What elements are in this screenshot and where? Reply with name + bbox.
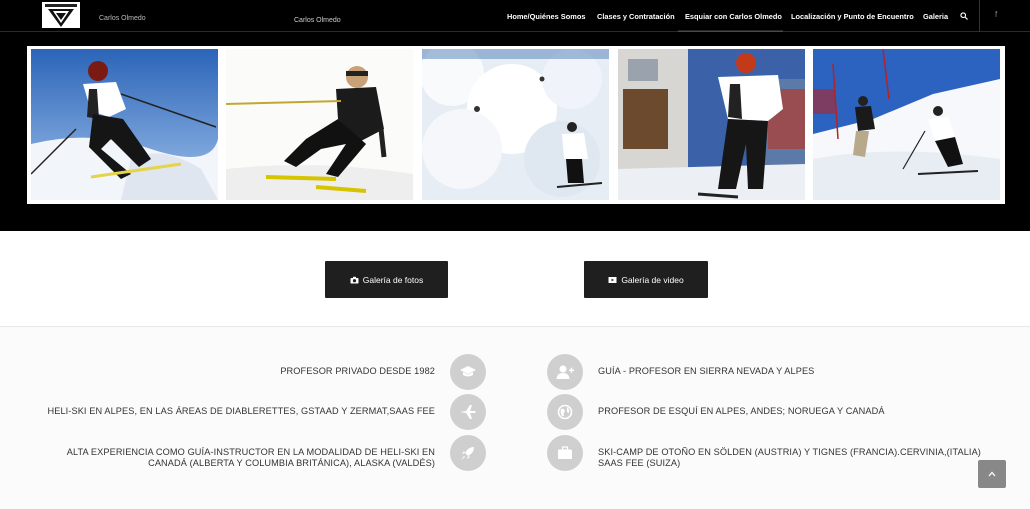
briefcase-icon xyxy=(547,435,583,471)
features-section xyxy=(0,327,1030,509)
gallery-photo-2[interactable] xyxy=(226,49,413,200)
scroll-to-top-button[interactable] xyxy=(978,460,1006,488)
rocket-icon xyxy=(450,435,486,471)
feature-text: GUÍA - PROFESOR EN SIERRA NEVADA Y ALPES xyxy=(598,366,815,376)
photo-gallery-button[interactable]: Galería de fotos xyxy=(325,261,448,298)
sub-brand: Carlos Olmedo xyxy=(294,17,341,24)
gallery-photo-4[interactable] xyxy=(618,49,805,200)
nav-localizacion[interactable]: Localización y Punto de Encuentro xyxy=(791,12,914,21)
video-icon xyxy=(608,276,617,283)
nav-esquiar[interactable]: Esquiar con Carlos Olmedo xyxy=(685,12,782,21)
brand-name: Carlos Olmedo xyxy=(99,15,146,22)
feature-text-multiline: ALTA EXPERIENCIA COMO GUÍA-INSTRUCTOR EN… xyxy=(67,447,435,469)
facebook-icon[interactable]: f xyxy=(995,10,997,19)
photo-gallery-label: Galería de fotos xyxy=(362,274,424,285)
photo-gallery-strip xyxy=(27,46,1005,204)
feature-text: PROFESOR DE ESQUÍ EN ALPES, ANDES; NORUE… xyxy=(598,406,885,416)
add-user-icon xyxy=(547,354,583,390)
globe-icon xyxy=(547,394,583,430)
feature-text: PROFESOR PRIVADO DESDE 1982 xyxy=(280,366,435,376)
video-gallery-label: Galería de video xyxy=(621,274,684,285)
logo-icon[interactable] xyxy=(42,2,80,28)
nav-separator xyxy=(979,0,980,32)
plane-icon xyxy=(450,394,486,430)
camera-icon xyxy=(350,276,359,283)
gallery-photo-1[interactable] xyxy=(31,49,218,200)
site-header: Carlos Olmedo Carlos Olmedo Home/Quiénes… xyxy=(0,0,1030,32)
feature-line: SAAS FEE (SUIZA) xyxy=(598,458,681,468)
search-icon[interactable] xyxy=(960,12,968,20)
graduation-cap-icon xyxy=(450,354,486,390)
feature-text: HELI-SKI EN ALPES, EN LAS ÁREAS DE DIABL… xyxy=(47,406,435,416)
video-gallery-button[interactable]: Galería de video xyxy=(584,261,708,298)
chevron-up-icon xyxy=(988,471,996,477)
feature-text-multiline: SKI-CAMP DE OTOÑO EN SÖLDEN (AUSTRIA) Y … xyxy=(598,447,981,469)
nav-clases[interactable]: Clases y Contratación xyxy=(597,12,675,21)
hero-banner xyxy=(0,32,1030,231)
nav-galeria[interactable]: Galeria xyxy=(923,12,948,21)
gallery-photo-5[interactable] xyxy=(813,49,1000,200)
feature-line: CANADÁ (ALBERTA Y COLUMBIA BRITÁNICA), A… xyxy=(148,458,435,468)
feature-line: SKI-CAMP DE OTOÑO EN SÖLDEN (AUSTRIA) Y … xyxy=(598,447,981,457)
gallery-photo-3[interactable] xyxy=(422,49,609,200)
nav-home[interactable]: Home/Quiénes Somos xyxy=(507,12,585,21)
feature-line: ALTA EXPERIENCIA COMO GUÍA-INSTRUCTOR EN… xyxy=(66,447,435,457)
